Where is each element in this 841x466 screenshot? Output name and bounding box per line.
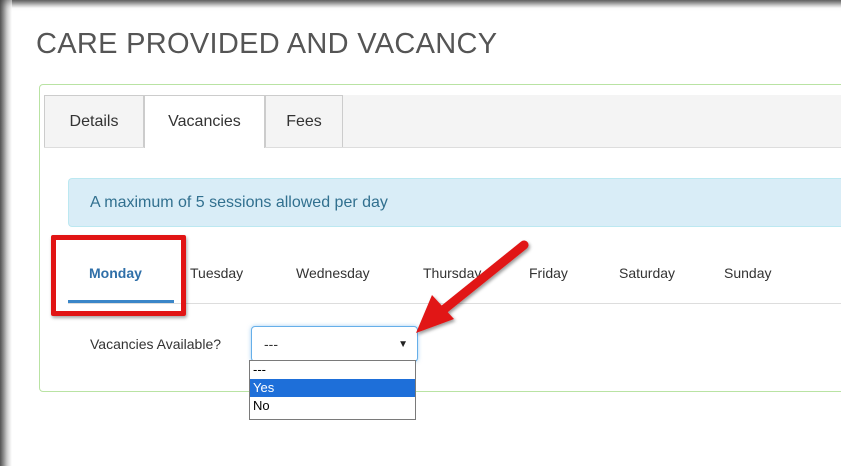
day-tab-sunday[interactable]: Sunday xyxy=(724,265,771,281)
tab-fees[interactable]: Fees xyxy=(265,95,343,147)
day-tab-saturday[interactable]: Saturday xyxy=(619,265,675,281)
window-top-edge xyxy=(0,0,841,8)
monday-highlight-box xyxy=(51,235,186,316)
select-value: --- xyxy=(264,336,278,352)
window-left-edge xyxy=(0,0,12,466)
red-arrow-icon xyxy=(416,240,529,333)
tab-details[interactable]: Details xyxy=(44,95,144,147)
day-tab-wednesday[interactable]: Wednesday xyxy=(296,265,370,281)
sessions-info-alert: A maximum of 5 sessions allowed per day xyxy=(68,178,841,227)
day-tab-tuesday[interactable]: Tuesday xyxy=(190,265,243,281)
page-title: CARE PROVIDED AND VACANCY xyxy=(36,28,498,60)
caret-down-icon: ▼ xyxy=(398,339,408,350)
tab-vacancies[interactable]: Vacancies xyxy=(144,95,265,148)
dropdown-option-none[interactable]: --- xyxy=(250,361,415,379)
dropdown-option-no[interactable]: No xyxy=(250,397,415,415)
dropdown-option-yes[interactable]: Yes xyxy=(250,379,415,397)
vacancies-available-select[interactable]: --- ▼ xyxy=(251,326,418,362)
vacancies-dropdown-list: --- Yes No xyxy=(249,360,416,420)
tab-bar: Details Vacancies Fees xyxy=(44,95,841,148)
vacancies-available-label: Vacancies Available? xyxy=(90,336,222,352)
